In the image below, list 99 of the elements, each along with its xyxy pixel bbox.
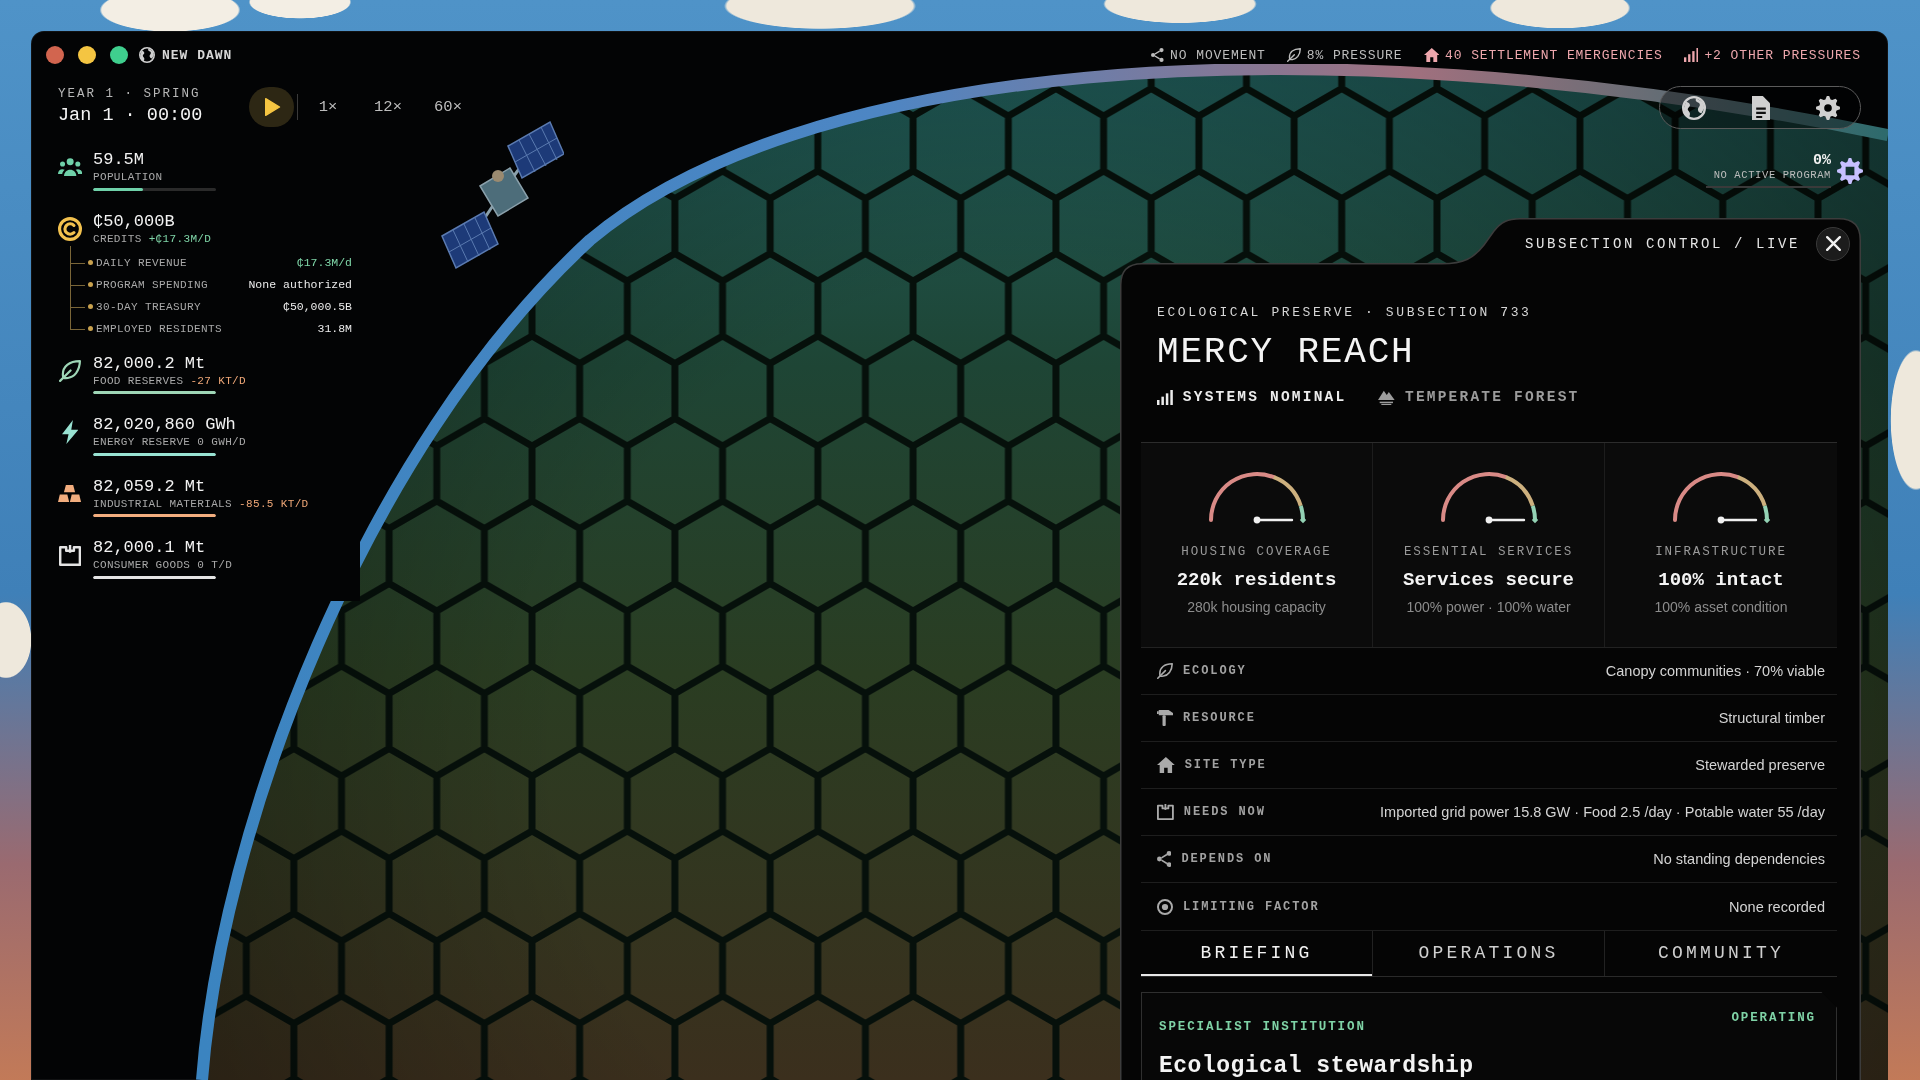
detail-label: NEEDS NOW	[1183, 805, 1266, 820]
tab[interactable]: OPERATIONS	[1373, 930, 1605, 976]
breakdown-value: ₵50,000.5B	[283, 300, 352, 313]
hammer-icon	[1157, 710, 1173, 727]
stat-change: 0 T/D	[197, 558, 233, 572]
gauge-needle	[1717, 516, 1758, 524]
stat-value: ₵50,000B	[93, 211, 175, 232]
house-icon	[1157, 757, 1175, 774]
card-eyebrow: SPECIALIST INSTITUTION	[1159, 1019, 1366, 1034]
status-label: +2 OTHER PRESSURES	[1704, 47, 1861, 63]
package-icon	[1157, 804, 1174, 821]
stat-value: 82,020,860 GWh	[93, 415, 236, 435]
bullet-icon	[88, 304, 93, 309]
breakdown-label: DAILY REVENUE	[96, 256, 188, 269]
detail-value: None recorded	[1729, 898, 1825, 915]
detail-value: No standing dependencies	[1653, 851, 1825, 868]
breakdown-value: 31.8M	[317, 322, 352, 335]
share-icon	[1151, 48, 1165, 62]
close-window-button[interactable]	[46, 46, 64, 64]
zoom-window-button[interactable]	[110, 46, 128, 64]
status-label: 40 SETTLEMENT EMERGENCIES	[1445, 47, 1663, 63]
gauge-detail: 280k housing capacity	[1187, 598, 1326, 616]
share-icon	[1157, 851, 1172, 868]
globe-icon	[1682, 95, 1706, 120]
stat-value: 59.5M	[93, 150, 144, 170]
bar-chart-icon	[1683, 48, 1699, 62]
gauge-needle	[1253, 516, 1293, 524]
bullet-icon	[88, 326, 93, 331]
bullet-icon	[88, 282, 93, 287]
gauge-detail: 100% asset condition	[1654, 598, 1788, 616]
detail-label: DEPENDS ON	[1181, 852, 1273, 867]
detail-label: RESOURCE	[1183, 711, 1256, 726]
gauge-value: 100% intact	[1658, 568, 1784, 592]
breakdown-value: None authorized	[248, 278, 352, 291]
stat-label: CONSUMER GOODS	[93, 558, 191, 572]
globe-icon	[139, 47, 155, 63]
detail-value: Structural timber	[1718, 710, 1825, 727]
bullet-icon	[88, 260, 93, 265]
detail-label: LIMITING FACTOR	[1183, 899, 1320, 914]
stat-label: INDUSTRIAL MATERIALS	[93, 496, 233, 511]
site-name: MERCY REACH	[1157, 332, 1415, 374]
play-icon	[265, 97, 281, 116]
gauge-detail: 100% power · 100% water	[1406, 598, 1571, 616]
gauge-label: INFRASTRUCTURE	[1655, 544, 1787, 560]
stat-change: +₵17.3M/D	[148, 231, 212, 246]
breakdown-label: PROGRAM SPENDING	[96, 278, 210, 291]
status-label: 8% PRESSURE	[1306, 47, 1403, 63]
gauge-label: HOUSING COVERAGE	[1181, 544, 1332, 560]
detail-value: Stewarded preserve	[1695, 757, 1825, 774]
app-title: NEW DAWN	[162, 47, 233, 63]
panel-header-title: SUBSECTION CONTROL / LIVE	[1524, 235, 1800, 252]
stat-label: ENERGY RESERVE	[93, 435, 191, 449]
detail-label: SITE TYPE	[1184, 758, 1267, 773]
breakdown-label: 30-DAY TREASURY	[96, 300, 203, 313]
card-title: Ecological stewardship	[1159, 1051, 1474, 1080]
play-button[interactable]	[249, 86, 294, 127]
tab[interactable]: COMMUNITY	[1605, 930, 1837, 976]
speed-button[interactable]: 12×	[366, 91, 410, 122]
close-icon	[1825, 236, 1841, 251]
house-icon	[1423, 48, 1440, 62]
program-percent: 0%	[1813, 153, 1831, 169]
stat-label: CREDITS	[93, 231, 142, 246]
leaf-icon	[1157, 663, 1173, 680]
detail-value: Imported grid power 15.8 GW · Food 2.5 /day · Potable water 55 /day	[1380, 804, 1825, 821]
status-label: NO MOVEMENT	[1170, 47, 1266, 63]
stat-change: -85.5 KT/D	[239, 496, 309, 511]
gauge-label: ESSENTIAL SERVICES	[1403, 544, 1574, 560]
gear-icon	[1837, 157, 1863, 184]
gauge-value: 220k residents	[1176, 568, 1337, 592]
tab[interactable]: BRIEFING	[1141, 930, 1373, 976]
stat-label: POPULATION	[93, 170, 163, 184]
minimize-window-button[interactable]	[78, 46, 96, 64]
stat-value: 82,059.2 Mt	[93, 476, 206, 497]
detail-label: ECOLOGY	[1183, 664, 1247, 679]
tag-label: SYSTEMS NOMINAL	[1182, 389, 1347, 405]
stat-change: -27 KT/D	[190, 373, 246, 388]
tag-label: TEMPERATE FOREST	[1405, 389, 1580, 405]
speed-button[interactable]: 60×	[426, 91, 470, 122]
breakdown-value: ₵17.3M/d	[296, 256, 352, 269]
gauge-value: Services secure	[1403, 568, 1574, 592]
clock-time: Jan 1 · 00:00	[58, 105, 203, 127]
mountain-icon	[1378, 389, 1395, 405]
signal-bars-icon	[1157, 389, 1173, 405]
detail-value: Canopy communities · 70% viable	[1605, 663, 1825, 680]
category-text: ECOLOGICAL PRESERVE · SUBSECTION 733	[1157, 304, 1532, 322]
stat-value: 82,000.1 Mt	[93, 538, 206, 558]
stat-change: 0 GWH/D	[197, 435, 246, 449]
settings-icon	[1816, 95, 1840, 120]
leaf-icon	[1286, 48, 1301, 62]
season-label: YEAR 1 · SPRING	[58, 86, 201, 102]
stat-value: 82,000.2 Mt	[93, 353, 206, 374]
program-label: NO ACTIVE PROGRAM	[1713, 169, 1831, 182]
speed-button[interactable]: 1×	[306, 91, 350, 122]
stat-label: FOOD RESERVES	[93, 373, 184, 388]
breakdown-label: EMPLOYED RESIDENTS	[96, 322, 224, 335]
card-status: OPERATING	[1731, 1010, 1816, 1025]
document-icon	[1752, 95, 1770, 120]
target-icon	[1157, 898, 1173, 915]
gauge-needle	[1485, 516, 1525, 524]
